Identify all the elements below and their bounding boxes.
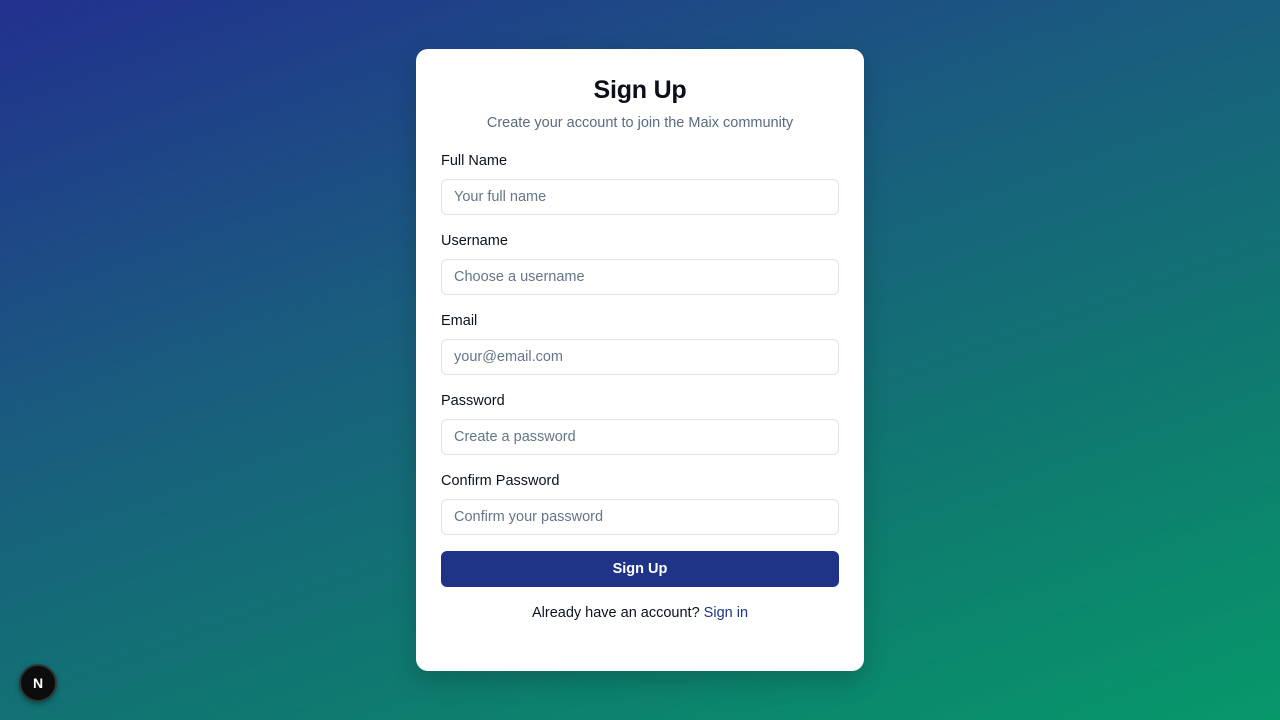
- dev-tools-button[interactable]: N: [19, 664, 57, 702]
- nextjs-n-icon: N: [32, 675, 44, 691]
- email-group: Email: [441, 311, 839, 375]
- signin-prompt: Already have an account? Sign in: [441, 603, 839, 623]
- page-subtitle: Create your account to join the Maix com…: [486, 115, 794, 131]
- password-group: Password: [441, 391, 839, 455]
- signup-card: Sign Up Create your account to join the …: [416, 49, 864, 671]
- username-label: Username: [441, 233, 508, 249]
- full-name-group: Full Name: [441, 151, 839, 215]
- email-input[interactable]: [441, 339, 839, 375]
- email-label: Email: [441, 313, 478, 329]
- page-title: Sign Up: [593, 76, 687, 104]
- password-label: Password: [441, 393, 505, 409]
- signup-form: Full Name Username Email Password Confir…: [441, 151, 839, 587]
- username-input[interactable]: [441, 259, 839, 295]
- signin-prompt-text: Already have an account?: [531, 605, 700, 621]
- sign-up-button[interactable]: Sign Up: [441, 551, 839, 587]
- full-name-label: Full Name: [441, 153, 508, 169]
- sign-in-link[interactable]: Sign in: [704, 605, 748, 621]
- username-group: Username: [441, 231, 839, 295]
- full-name-input[interactable]: [441, 179, 839, 215]
- confirm-password-group: Confirm Password: [441, 471, 839, 535]
- confirm-password-label: Confirm Password: [441, 473, 560, 489]
- password-input[interactable]: [441, 419, 839, 455]
- confirm-password-input[interactable]: [441, 499, 839, 535]
